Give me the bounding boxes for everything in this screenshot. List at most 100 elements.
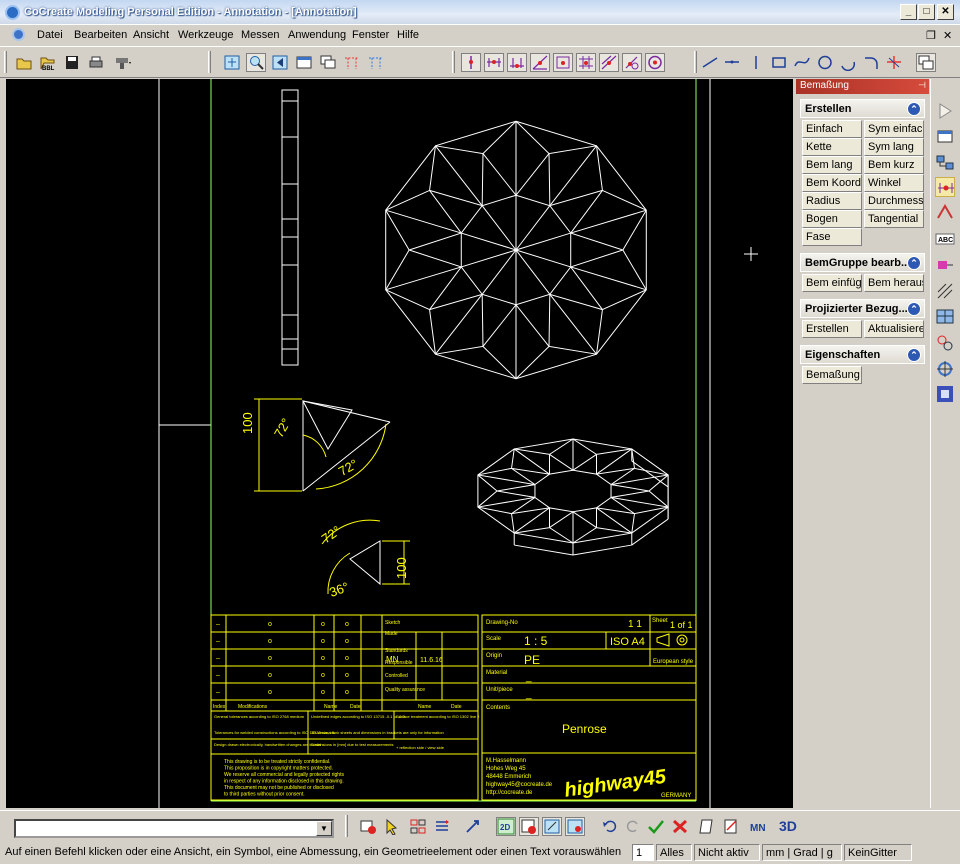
select-view-icon[interactable] [358,817,378,836]
previous-view-icon[interactable] [270,53,290,72]
vertical-line-icon[interactable] [746,53,766,72]
button-sym-lang[interactable]: Sym lang [864,138,924,156]
list-select-icon[interactable] [432,817,452,836]
status-count[interactable]: 1 [632,844,654,861]
sheet-no[interactable]: 1 of 1 [670,620,693,630]
menu-fenster[interactable]: Fenster [352,29,389,41]
menu-ansicht[interactable]: Ansicht [133,29,169,41]
scale-value[interactable]: 1 : 5 [524,634,548,648]
rectangle-icon[interactable] [769,53,789,72]
material-value[interactable]: _ [525,672,532,683]
drawing-canvas[interactable]: 100 72° 72° 72° 36° 100 – o o o – o o o – o o o – o o o… [6,79,793,808]
dimension-mode-icon[interactable] [935,177,955,197]
confirm-icon[interactable] [646,817,666,836]
trim-icon[interactable] [884,53,904,72]
hatch-icon[interactable] [935,281,955,301]
dim-box-icon[interactable] [553,53,573,72]
button-bemassung[interactable]: Bemaßung [802,366,862,384]
layout-icon[interactable] [935,307,955,327]
dim-circle-icon[interactable] [645,53,665,72]
red-axis-icon[interactable] [342,53,362,72]
side-view-strip[interactable] [281,89,299,366]
circle-tools-icon[interactable] [935,333,955,353]
section-projizierter-header[interactable]: Projizierter Bezug... ⌃ [800,299,925,318]
button-erstellen[interactable]: Erstellen [802,320,862,338]
horizontal-line-icon[interactable] [722,53,742,72]
button-fase[interactable]: Fase [802,228,862,246]
dim-chain-icon[interactable] [507,53,527,72]
zoom-window-icon[interactable] [246,53,266,72]
spline-icon[interactable] [792,53,812,72]
line-icon[interactable] [700,53,720,72]
penrose-top-view[interactable] [385,120,647,380]
undo-icon[interactable] [600,817,620,836]
move-icon[interactable] [463,817,483,836]
button-bem-kurz[interactable]: Bem kurz [864,156,924,174]
collapse-icon[interactable]: ⌃ [907,256,921,270]
delete-view-icon[interactable] [519,817,539,836]
dim-text-72-b[interactable]: 72° [336,456,361,479]
open-file-icon[interactable]: BBL [38,53,58,72]
target-icon[interactable] [935,359,955,379]
3d-mode-icon[interactable]: 3D [778,817,798,836]
fit-view-icon[interactable] [222,53,242,72]
dim-radius-icon[interactable] [622,53,642,72]
drawing-sheet[interactable]: 100 72° 72° 72° 36° 100 – o o o– o o o– o o o– o o o… [6,79,793,808]
button-winkel[interactable]: Winkel [864,174,924,192]
pattern-icon[interactable] [935,384,955,404]
dim-text-100-bottom[interactable]: 100 [394,557,409,579]
contents-value[interactable]: Penrose [562,722,607,736]
settings-icon[interactable] [113,53,133,72]
pen-icon[interactable] [935,255,955,275]
close-button[interactable]: ✕ [937,4,954,20]
arc-icon[interactable] [838,53,858,72]
blue-axis-icon[interactable] [366,53,386,72]
mdi-close-button[interactable]: ✕ [943,29,952,42]
update-view-icon[interactable] [565,817,585,836]
bottom-toolbar-grip[interactable] [345,815,348,837]
dim-diagonal-icon[interactable] [599,53,619,72]
menu-datei[interactable]: Datei [37,29,63,41]
2d-mode-icon[interactable]: 2D [496,817,516,836]
edit-view-icon[interactable] [542,817,562,836]
command-input[interactable]: ▼ [14,819,334,838]
toolbar-grip-4[interactable] [694,51,697,73]
unit-value[interactable]: _ [525,689,532,700]
penrose-isometric-view[interactable] [477,438,669,556]
cancel-icon[interactable] [670,817,690,836]
menu-werkzeuge[interactable]: Werkzeuge [178,29,233,41]
minimize-button[interactable]: _ [900,4,917,20]
menu-anwendung[interactable]: Anwendung [288,29,346,41]
play-icon[interactable] [935,101,955,121]
button-tangential[interactable]: Tangential [864,210,924,228]
grid-select-icon[interactable] [408,817,428,836]
maximize-button[interactable]: □ [918,4,935,20]
window-icon[interactable] [294,53,314,72]
dim-text-100-top[interactable]: 100 [240,412,255,434]
dimension-group-top[interactable] [254,398,391,492]
properties-icon[interactable] [916,53,936,72]
print-icon[interactable] [86,53,106,72]
status-grid[interactable]: KeinGitter [844,844,912,861]
section-bemgruppe-header[interactable]: BemGruppe bearb... ⌃ [800,253,925,272]
button-bem-heraus[interactable]: Bem heraus [864,274,924,292]
edit-page-icon[interactable] [721,817,741,836]
status-units[interactable]: mm | Grad | g [762,844,842,861]
circle-icon[interactable] [815,53,835,72]
dim-angle-icon[interactable] [530,53,550,72]
viewport-icon[interactable] [935,127,955,147]
dim-horizontal-icon[interactable] [484,53,504,72]
section-eigenschaften-header[interactable]: Eigenschaften ⌃ [800,345,925,364]
menu-hilfe[interactable]: Hilfe [397,29,419,41]
toolbar-grip-2[interactable] [208,51,211,73]
symbol-icon[interactable] [935,203,955,223]
dim-text-72-a[interactable]: 72° [271,416,294,441]
status-active[interactable]: Nicht aktiv [694,844,760,861]
button-bem-lang[interactable]: Bem lang [802,156,862,174]
mn-icon[interactable]: MN [749,817,769,836]
toolbar-grip-3[interactable] [452,51,455,73]
drawing-no[interactable]: 1 1 [628,619,642,630]
origin-value[interactable]: PE [524,653,540,667]
button-kette[interactable]: Kette [802,138,862,156]
page-icon[interactable] [697,817,717,836]
